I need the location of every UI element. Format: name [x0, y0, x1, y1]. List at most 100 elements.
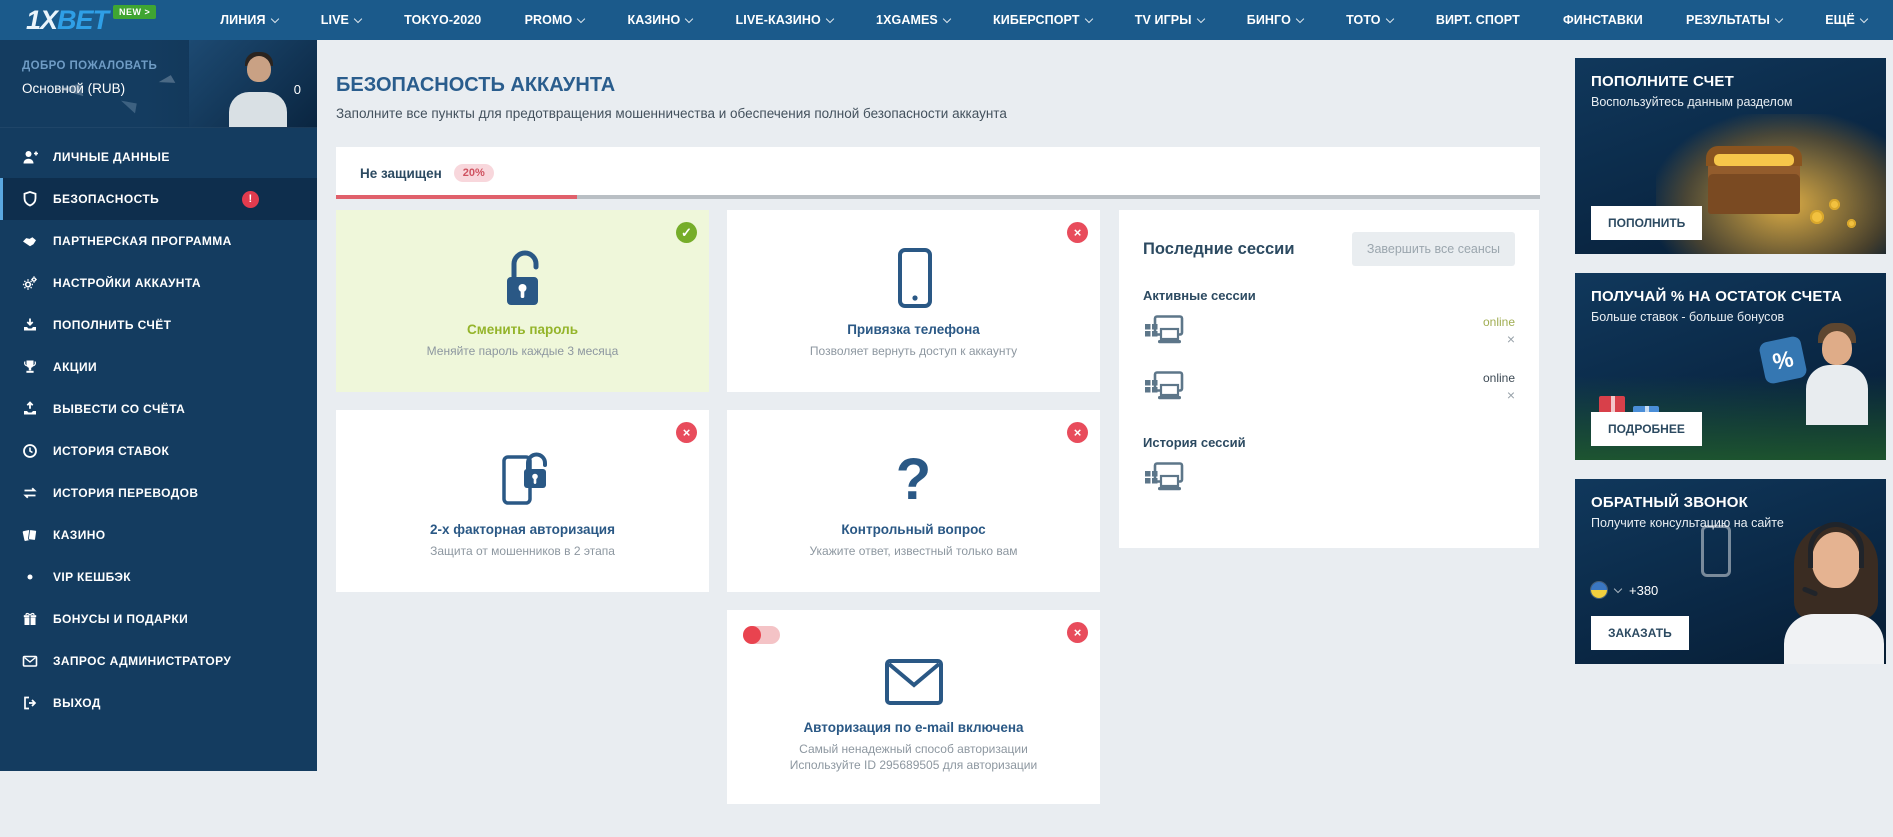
sidebar-item-security[interactable]: БЕЗОПАСНОСТЬ ! [0, 178, 317, 220]
page-title: БЕЗОПАСНОСТЬ АККАУНТА [336, 74, 1540, 97]
nav-item-tv-games[interactable]: TV ИГРЫ [1135, 13, 1204, 27]
account-menu: ЛИЧНЫЕ ДАННЫЕ БЕЗОПАСНОСТЬ ! ПАРТНЕРСКАЯ… [0, 128, 317, 724]
sidebar-item-promotions[interactable]: АКЦИИ [0, 346, 317, 388]
phone-lock-icon [492, 443, 554, 509]
open-lock-icon [494, 243, 552, 309]
progress-percent-badge: 20% [454, 164, 494, 182]
nav-item-esports[interactable]: КИБЕРСПОРТ [993, 13, 1092, 27]
nav-item-finbets[interactable]: ФИНСТАВКИ [1563, 13, 1643, 27]
chevron-down-icon [1084, 14, 1092, 22]
deposit-button[interactable]: ПОПОЛНИТЬ [1591, 206, 1702, 240]
cards-icon [22, 527, 38, 543]
banner-balance-percent[interactable]: % ПОЛУЧАЙ % НА ОСТАТОК СЧЕТА Больше став… [1575, 273, 1886, 460]
session-status: online [1483, 315, 1515, 329]
sidebar-item-casino[interactable]: КАЗИНО [0, 514, 317, 556]
check-icon: ✓ [676, 222, 697, 243]
percent-icon: % [1758, 335, 1808, 385]
nav-item-live-casino[interactable]: LIVE-КАЗИНО [736, 13, 833, 27]
logo[interactable]: 1XBET NEW > [26, 7, 156, 34]
deposit-icon [22, 317, 38, 333]
chevron-down-icon [1196, 14, 1204, 22]
sidebar-item-withdraw[interactable]: ВЫВЕСТИ СО СЧЁТА [0, 388, 317, 430]
session-status: online [1483, 371, 1515, 385]
top-navigation: 1XBET NEW > ЛИНИЯ LIVE TOKYO-2020 PROMO … [0, 0, 1893, 40]
country-code-selector[interactable]: +380 [1591, 582, 1658, 598]
cross-icon: × [1067, 222, 1088, 243]
nav-item-results[interactable]: РЕЗУЛЬТАТЫ [1686, 13, 1782, 27]
nav-item-virtual-sport[interactable]: ВИРТ. СПОРТ [1436, 13, 1520, 27]
card-two-factor-auth[interactable]: × 2-х факторная авторизация Защита от мо… [336, 410, 709, 592]
nav-item-tokyo-2020[interactable]: TOKYO-2020 [404, 13, 481, 27]
sidebar-item-bet-history[interactable]: ИСТОРИЯ СТАВОК [0, 430, 317, 472]
chevron-down-icon [270, 14, 278, 22]
chevron-down-icon [943, 14, 951, 22]
nav-item-promo[interactable]: PROMO [525, 13, 585, 27]
sidebar-item-vip-cashback[interactable]: VIP КЕШБЭК [0, 556, 317, 598]
nav-item-more[interactable]: ЕЩЁ [1825, 13, 1867, 27]
banner-deposit[interactable]: ПОПОЛНИТЕ СЧЕТ Воспользуйтесь данным раз… [1575, 58, 1886, 254]
banner-title: ПОЛУЧАЙ % НА ОСТАТОК СЧЕТА [1591, 288, 1870, 305]
banner-callback[interactable]: ОБРАТНЫЙ ЗВОНОК Получите консультацию на… [1575, 479, 1886, 664]
sidebar-item-deposit[interactable]: ПОПОЛНИТЬ СЧЁТ [0, 304, 317, 346]
security-progress-tabs: Не защищен 20% [336, 147, 1540, 199]
promo-column: ПОПОЛНИТЕ СЧЕТ Воспользуйтесь данным раз… [1575, 58, 1886, 683]
chevron-down-icon [1860, 14, 1868, 22]
cross-icon: × [1067, 622, 1088, 643]
card-change-password[interactable]: ✓ Сменить пароль Меняйте пароль каждые 3… [336, 210, 709, 392]
ukraine-flag-icon [1591, 582, 1607, 598]
sidebar-item-partner-program[interactable]: ПАРТНЕРСКАЯ ПРОГРАММА [0, 220, 317, 262]
logout-icon [22, 695, 38, 711]
email-auth-toggle[interactable] [743, 626, 780, 644]
main-menu: ЛИНИЯ LIVE TOKYO-2020 PROMO КАЗИНО LIVE-… [220, 13, 1867, 27]
handshake-icon [22, 233, 38, 249]
card-phone-binding[interactable]: × Привязка телефона Позволяет вернуть до… [727, 210, 1100, 392]
treasure-chest-art [1708, 162, 1800, 214]
progress-fill [336, 195, 577, 199]
paper-plane-decoration [119, 101, 136, 114]
progress-track [336, 195, 1540, 199]
card-email-auth[interactable]: × Авторизация по e-mail включена Самый н… [727, 610, 1100, 804]
phone-icon [885, 243, 943, 309]
close-session-icon[interactable]: × [1507, 388, 1515, 402]
transfer-arrows-icon [22, 485, 38, 501]
nav-item-casino[interactable]: КАЗИНО [628, 13, 693, 27]
order-call-button[interactable]: ЗАКАЗАТЬ [1591, 616, 1689, 650]
phone-code: +380 [1629, 583, 1658, 598]
details-button[interactable]: ПОДРОБНЕЕ [1591, 412, 1702, 446]
banner-subtitle: Воспользуйтесь данным разделом [1591, 95, 1870, 109]
clock-icon [22, 443, 38, 459]
chevron-down-icon [685, 14, 693, 22]
chevron-down-icon [577, 14, 585, 22]
nav-item-line[interactable]: ЛИНИЯ [220, 13, 277, 27]
security-cards: ✓ Сменить пароль Меняйте пароль каждые 3… [336, 210, 1100, 804]
logo-bet: BET [57, 5, 108, 35]
card-security-question[interactable]: × ? Контрольный вопрос Укажите ответ, из… [727, 410, 1100, 592]
devices-icon [1143, 371, 1185, 403]
banner-title: ОБРАТНЫЙ ЗВОНОК [1591, 494, 1870, 511]
sidebar-item-personal-data[interactable]: ЛИЧНЫЕ ДАННЫЕ [0, 136, 317, 178]
nav-item-1xgames[interactable]: 1XGAMES [876, 13, 950, 27]
page-subtitle: Заполните все пункты для предотвращения … [336, 106, 1540, 121]
dot-icon [22, 569, 38, 585]
close-session-icon[interactable]: × [1507, 332, 1515, 346]
tab-not-protected[interactable]: Не защищен 20% [360, 164, 494, 182]
banner-subtitle: Больше ставок - больше бонусов [1591, 310, 1870, 324]
devices-icon [1143, 315, 1185, 347]
cross-icon: × [1067, 422, 1088, 443]
sidebar-item-bonuses[interactable]: БОНУСЫ И ПОДАРКИ [0, 598, 317, 640]
sidebar-item-account-settings[interactable]: НАСТРОЙКИ АККАУНТА [0, 262, 317, 304]
shield-icon [22, 191, 38, 207]
nav-item-toto[interactable]: ТОТО [1346, 13, 1393, 27]
user-plus-icon [22, 149, 38, 165]
active-sessions-title: Активные сессии [1143, 288, 1515, 303]
end-all-sessions-button[interactable]: Завершить все сеансы [1352, 232, 1515, 266]
sidebar-item-admin-request[interactable]: ЗАПРОС АДМИНИСТРАТОРУ [0, 640, 317, 682]
nav-item-live[interactable]: LIVE [321, 13, 361, 27]
security-page: БЕЗОПАСНОСТЬ АККАУНТА Заполните все пунк… [336, 40, 1540, 804]
nav-item-bingo[interactable]: БИНГО [1247, 13, 1303, 27]
alert-badge: ! [242, 191, 259, 208]
devices-icon [1143, 462, 1185, 494]
sidebar-item-transfer-history[interactable]: ИСТОРИЯ ПЕРЕВОДОВ [0, 472, 317, 514]
withdraw-icon [22, 401, 38, 417]
sidebar-item-logout[interactable]: ВЫХОД [0, 682, 317, 724]
